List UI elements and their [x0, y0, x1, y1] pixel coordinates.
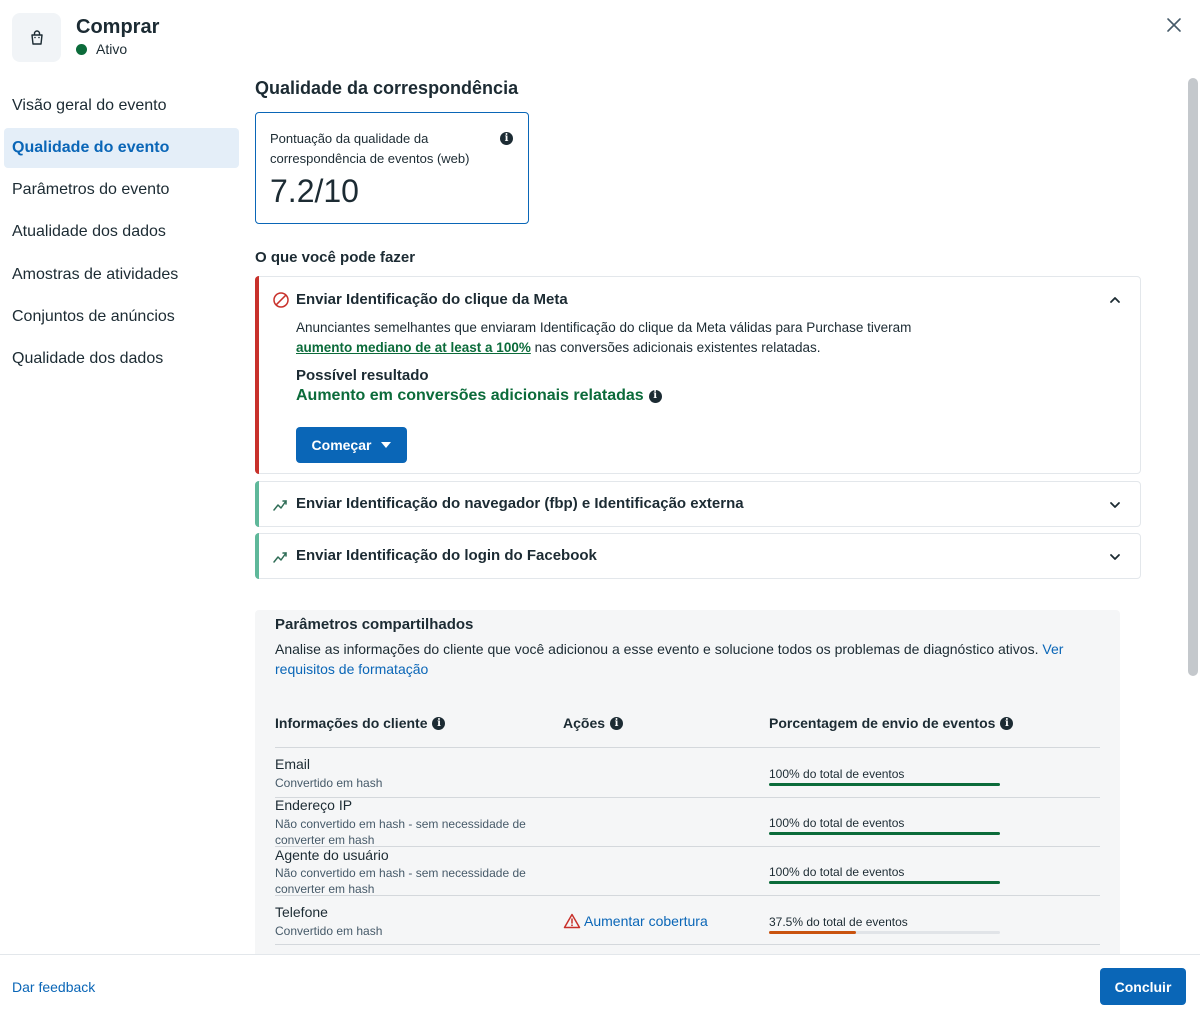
row-pct-bar	[769, 783, 1000, 786]
chevron-down-icon[interactable]	[1108, 498, 1122, 512]
divider	[275, 895, 1100, 896]
row-hash-status: Não convertido em hash - sem necessidade…	[275, 866, 526, 896]
sidebar-item-event-quality[interactable]: Qualidade do evento	[4, 128, 239, 168]
row-pct-bar	[769, 931, 1000, 934]
panel-description: Analise as informações do cliente que vo…	[275, 639, 1105, 679]
blocked-icon	[273, 292, 289, 308]
panel-title: Parâmetros compartilhados	[275, 616, 474, 633]
chevron-up-icon[interactable]	[1108, 293, 1122, 307]
action-label: Aumentar cobertura	[584, 913, 708, 929]
score-label: Pontuação da qualidade da correspondênci…	[270, 131, 470, 166]
start-button-label: Começar	[311, 437, 372, 453]
description-text: Analise as informações do cliente que vo…	[275, 641, 1043, 657]
row-pct-text: 100% do total de eventos	[769, 865, 905, 879]
status-label: Ativo	[96, 41, 128, 57]
accordion-title[interactable]: Enviar Identificação do navegador (fbp) …	[296, 495, 744, 512]
column-header-actions: Ações i	[563, 715, 624, 731]
event-title: Comprar	[76, 16, 160, 38]
description-text-end: nas conversões adicionais existentes rel…	[530, 340, 821, 355]
caret-down-icon	[381, 442, 392, 448]
accordion-body: Anunciantes semelhantes que enviaram Ide…	[296, 318, 1076, 406]
row-pct-fill	[769, 783, 1000, 786]
row-name: Email	[275, 756, 311, 772]
row-pct-text: 100% do total de eventos	[769, 767, 905, 781]
row-hash-status: Não convertido em hash - sem necessidade…	[275, 817, 526, 847]
row-pct-text: 37.5% do total de eventos	[769, 915, 908, 929]
row-name: Telefone	[275, 904, 328, 920]
column-label: Porcentagem de envio de eventos	[769, 715, 996, 731]
sidebar-item-ad-sets[interactable]: Conjuntos de anúncios	[4, 297, 239, 337]
done-button[interactable]: Concluir	[1100, 968, 1186, 1005]
event-icon-tile	[12, 13, 61, 62]
sidebar-item-data-quality[interactable]: Qualidade dos dados	[4, 339, 239, 379]
scrollbar[interactable]	[1188, 78, 1198, 676]
score-value: 7.2/10	[270, 173, 359, 209]
accent-bar	[255, 276, 259, 474]
trend-up-icon	[273, 500, 287, 511]
column-label: Ações	[563, 715, 606, 731]
divider	[275, 944, 1100, 945]
actions-title: O que você pode fazer	[255, 249, 416, 266]
row-pct-fill	[769, 832, 1000, 835]
trend-up-icon	[273, 552, 287, 563]
status-dot	[76, 43, 87, 55]
accordion-meta-click-id: Enviar Identificação do clique da Meta A…	[255, 276, 1141, 474]
sidebar-item-overview[interactable]: Visão geral do evento	[4, 86, 239, 126]
section-title: Qualidade da correspondência	[255, 78, 519, 98]
row-hash-status: Convertido em hash	[275, 924, 383, 938]
divider	[275, 747, 1100, 748]
feedback-link[interactable]: Dar feedback	[12, 979, 95, 995]
info-icon[interactable]: i	[648, 389, 662, 403]
info-icon[interactable]: i	[1000, 716, 1014, 730]
divider	[275, 797, 1100, 798]
info-icon[interactable]: i	[610, 716, 624, 730]
median-increase-link[interactable]: aumento mediano de at least a 100%	[296, 340, 531, 355]
increase-coverage-link[interactable]: Aumentar cobertura	[563, 913, 708, 929]
possible-result-value: Aumento em conversões adicionais relatad…	[296, 386, 1076, 406]
column-header-customer-info: Informações do cliente i	[275, 715, 446, 731]
warning-icon	[563, 913, 581, 929]
event-status: Ativo	[76, 41, 127, 57]
row-name: Endereço IP	[275, 797, 353, 813]
row-pct-fill	[769, 881, 1000, 884]
sidebar-item-data-freshness[interactable]: Atualidade dos dados	[4, 212, 239, 252]
accordion-facebook-login-id[interactable]: Enviar Identificação do login do Faceboo…	[255, 533, 1141, 579]
accent-bar	[255, 481, 259, 527]
shopping-bag-icon	[30, 29, 43, 45]
row-pct-bar	[769, 881, 1000, 884]
accordion-title[interactable]: Enviar Identificação do clique da Meta	[296, 291, 568, 308]
accordion-browser-id[interactable]: Enviar Identificação do navegador (fbp) …	[255, 481, 1141, 527]
row-pct-fill	[769, 931, 856, 934]
row-pct-bar	[769, 832, 1000, 835]
possible-result-title: Possível resultado	[296, 367, 429, 384]
match-quality-score-card: Pontuação da qualidade da correspondênci…	[255, 112, 529, 224]
sidebar-item-event-parameters[interactable]: Parâmetros do evento	[4, 170, 239, 210]
row-pct-text: 100% do total de eventos	[769, 816, 905, 830]
accordion-title[interactable]: Enviar Identificação do login do Faceboo…	[296, 547, 597, 564]
info-icon[interactable]: i	[432, 716, 446, 730]
chevron-down-icon[interactable]	[1108, 550, 1122, 564]
row-hash-status: Convertido em hash	[275, 776, 383, 790]
shared-parameters-panel: Parâmetros compartilhados Analise as inf…	[255, 610, 1120, 960]
info-icon[interactable]: i	[500, 132, 513, 145]
column-header-event-percentage: Porcentagem de envio de eventos i	[769, 715, 1014, 731]
description-text: Anunciantes semelhantes que enviaram Ide…	[296, 320, 912, 335]
result-value-text: Aumento em conversões adicionais relatad…	[296, 387, 644, 404]
footer: Dar feedback Concluir	[0, 954, 1200, 1020]
column-label: Informações do cliente	[275, 715, 428, 731]
start-button[interactable]: Começar	[296, 427, 407, 463]
sidebar-item-activity-samples[interactable]: Amostras de atividades	[4, 255, 239, 295]
close-icon[interactable]	[1163, 14, 1185, 36]
row-name: Agente do usuário	[275, 847, 389, 863]
accordion-description: Anunciantes semelhantes que enviaram Ide…	[296, 318, 1076, 358]
divider	[275, 846, 1100, 847]
accent-bar	[255, 533, 259, 579]
